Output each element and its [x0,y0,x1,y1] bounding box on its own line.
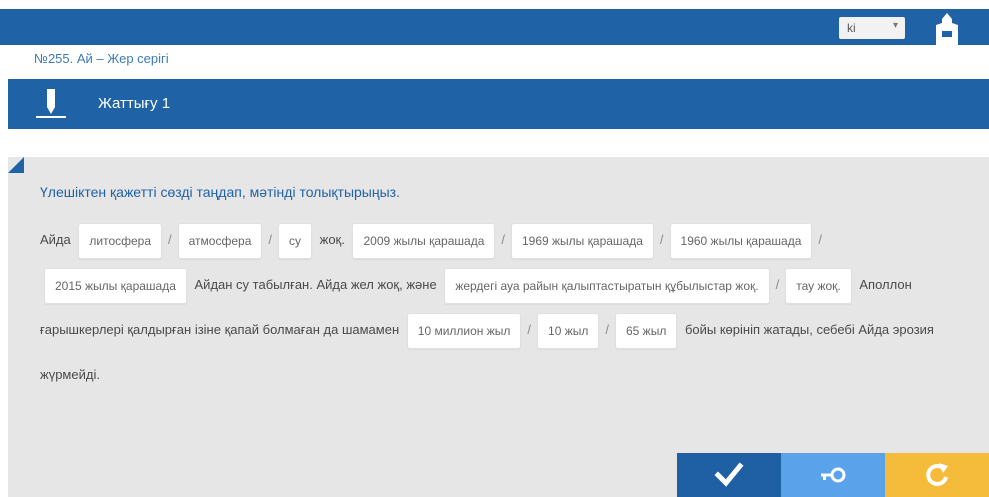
corner-marker [8,157,24,173]
separator: / [605,322,609,337]
top-bar: ki ▾ [0,9,989,45]
option-chip[interactable]: 1969 жылы қарашада [511,222,654,259]
option-chip[interactable]: атмосфера [177,222,263,259]
check-button[interactable] [677,453,781,497]
text-segment: Айдан су табылған. Айда жел жоқ, және [194,277,437,292]
text-segment: жоқ. [319,232,345,247]
instruction-text: Үлешіктен қажетті сөзді таңдап, мәтінді … [40,184,400,200]
exercise-panel: Үлешіктен қажетті сөзді таңдап, мәтінді … [8,157,989,497]
home-button[interactable] [925,11,969,45]
breadcrumb[interactable]: №255. Ай – Жер серігі [34,51,169,66]
option-chip[interactable]: жердегі ауа райын қалыптастыратын құбылы… [444,267,770,304]
language-select-value: ki [847,21,856,35]
separator: / [818,232,823,247]
show-answer-button[interactable] [781,453,885,497]
exercise-text: Айда литосфера / атмосфера / су жоқ. 2009 жы… [40,217,960,397]
check-icon [714,462,744,487]
home-icon [936,13,958,45]
action-bar [677,453,989,497]
option-chip[interactable]: 2009 жылы қарашада [352,222,496,259]
text-segment: бойы көрініп жатады, [684,322,813,337]
text-segment: Айда [40,232,71,247]
option-chip[interactable]: тау жоқ. [785,267,852,304]
option-chip[interactable]: су [278,222,312,259]
separator: / [527,322,532,337]
reset-icon [926,463,948,486]
language-select[interactable]: ki ▾ [839,17,905,39]
option-chip[interactable]: 65 жыл [615,312,678,349]
option-chip[interactable]: 2015 жылы қарашада [44,267,187,304]
separator: / [268,232,272,247]
separator: / [775,277,780,292]
chevron-down-icon: ▾ [892,20,898,31]
reset-button[interactable] [885,453,989,497]
option-chip[interactable]: 10 жыл [537,312,600,349]
separator: / [168,232,172,247]
exercise-title: Жаттығу 1 [98,95,171,112]
pen-icon [36,89,66,118]
option-chip[interactable]: 10 миллион жыл [406,312,522,349]
separator: / [501,232,505,247]
option-chip[interactable]: 1960 жылы қарашада [669,222,813,259]
separator: / [659,232,664,247]
text-segment: ізіне қапай болмаған да шамамен [194,322,400,337]
option-chip[interactable]: литосфера [78,222,163,259]
exercise-title-bar: Жаттығу 1 [8,79,989,129]
key-icon [821,467,846,483]
